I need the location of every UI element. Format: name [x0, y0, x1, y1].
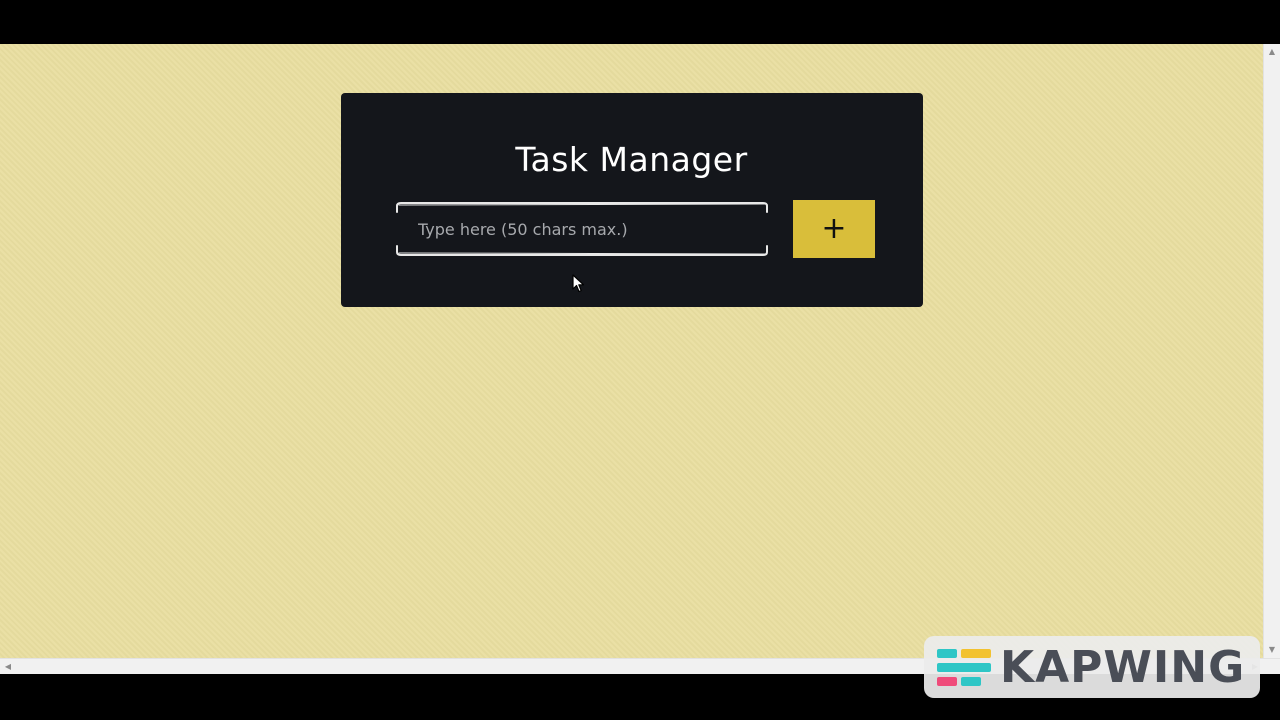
task-input-frame [396, 202, 768, 256]
watermark-text: KAPWING [1000, 642, 1246, 693]
kapwing-watermark: KAPWING [924, 636, 1260, 698]
chevron-down-icon[interactable]: ▼ [1264, 642, 1280, 658]
vertical-scrollbar[interactable]: ▲ ▼ [1263, 44, 1280, 658]
chevron-up-icon[interactable]: ▲ [1264, 44, 1280, 60]
kapwing-logo-icon [937, 649, 991, 686]
add-task-button[interactable]: + [793, 200, 875, 258]
chevron-left-icon[interactable]: ◀ [2, 659, 14, 674]
page-title: Task Manager [515, 140, 748, 179]
mouse-pointer-icon [572, 274, 586, 298]
task-input[interactable] [408, 210, 754, 248]
letterbox-top [0, 0, 1280, 44]
